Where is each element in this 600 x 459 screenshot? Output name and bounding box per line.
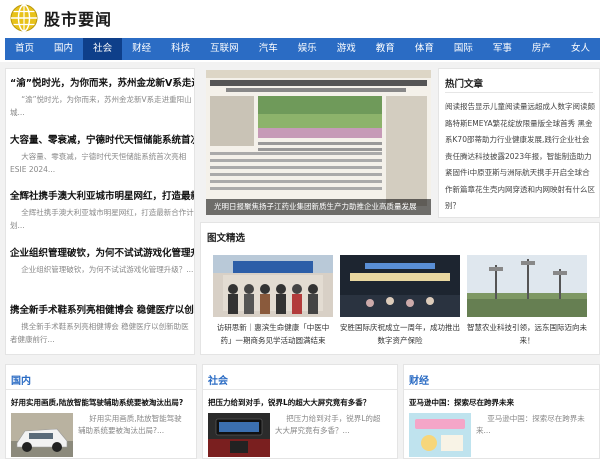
news-summary: 把压力给到对手，锐界L的超大大屏究竟有多香？... bbox=[275, 414, 381, 435]
news-summary: 全辉社携手澳大利亚城市明星网红，打造最新合作计划... bbox=[10, 208, 194, 230]
gallery-caption[interactable]: 智慧农业科技引领，远东国际迈向未来！ bbox=[467, 321, 587, 347]
top-news-panel: “渝”悦时光，为你而来，苏州金龙新V系走进重 “渝”悦时光，为你而来，苏州金龙新… bbox=[5, 68, 195, 355]
divider bbox=[404, 389, 599, 390]
section-domestic: 国内 好用实用画质,陆放智能驾驶辅助系统要被淘汰出局? 好用实用画质,陆放智能驾… bbox=[5, 364, 197, 459]
news-thumbnail[interactable] bbox=[11, 413, 73, 457]
news-title[interactable]: 大容量、零衰减，宁德时代天恒储能系统首次亮 bbox=[10, 132, 194, 146]
divider bbox=[203, 389, 397, 390]
nav-item-education[interactable]: 教育 bbox=[366, 38, 405, 60]
nav-item-women[interactable]: 女人 bbox=[561, 38, 600, 60]
news-title[interactable]: 全辉社携手澳大利亚城市明星网红，打造最新合 bbox=[10, 188, 194, 202]
nav-item-games[interactable]: 游戏 bbox=[327, 38, 366, 60]
nav-item-sports[interactable]: 体育 bbox=[405, 38, 444, 60]
divider bbox=[445, 92, 593, 93]
news-summary: 好用实用画质,陆放智能驾驶辅助系统要被淘汰出局?... bbox=[78, 414, 182, 435]
hot-articles-panel: 热门文章 阅读报告显示儿童阅读量远超成人数字阅读颇路特斯EMEYA繁花绽放限量版… bbox=[438, 68, 600, 218]
news-summary: 携全新手术鞋系列亮相健博会 稳健医疗以创新助医者健康前行... bbox=[10, 322, 189, 344]
news-summary: 亚马逊中国：探索尽在跨界未来... bbox=[476, 414, 585, 435]
news-title[interactable]: 把压力给到对手，锐界L的超大大屏究竟有多香？ bbox=[208, 397, 388, 408]
news-summary: “渝”悦时光，为你而来，苏州金龙新V系走进重阳山城... bbox=[10, 95, 192, 117]
news-title[interactable]: 好用实用画质,陆放智能驾驶辅助系统要被淘汰出局? bbox=[11, 397, 191, 408]
news-summary: 大容量、零衰减，宁德时代天恒储能系统首次亮相ESIE 2024... bbox=[10, 152, 187, 174]
list-item: “渝”悦时光，为你而来，苏州金龙新V系走进重 “渝”悦时光，为你而来，苏州金龙新… bbox=[10, 75, 194, 119]
main-nav: 首页 国内 社会 财经 科技 互联网 汽车 娱乐 游戏 教育 体育 国际 军事 … bbox=[0, 36, 600, 62]
list-item: 携全新手术鞋系列亮相健博会 稳健医疗以创新康 携全新手术鞋系列亮相健博会 稳健医… bbox=[10, 302, 194, 346]
nav-bar: 首页 国内 社会 财经 科技 互联网 汽车 娱乐 游戏 教育 体育 国际 军事 … bbox=[5, 38, 600, 60]
gallery-item[interactable]: 访研思新｜惠滨生命健康「中医中药」一期商务见学活动圆满结束 bbox=[213, 255, 333, 347]
gallery-item[interactable]: 安胜国际庆祝成立一周年，成功推出数字资产保险 bbox=[340, 255, 460, 347]
news-title[interactable]: 企业组织管理破钦，为何不试试游戏化管理升级 bbox=[10, 245, 194, 259]
nav-item-tech[interactable]: 科技 bbox=[161, 38, 200, 60]
gallery-image[interactable] bbox=[213, 255, 333, 317]
nav-item-international[interactable]: 国际 bbox=[444, 38, 483, 60]
list-item: 企业组织管理破钦，为何不试试游戏化管理升级 企业组织管理破钦，为何不试试游戏化管… bbox=[10, 245, 194, 277]
site-title[interactable]: 股市要闻 bbox=[44, 6, 112, 30]
gallery-caption[interactable]: 访研思新｜惠滨生命健康「中医中药」一期商务见学活动圆满结束 bbox=[213, 321, 333, 347]
list-item: 大容量、零衰减，宁德时代天恒储能系统首次亮 大容量、零衰减，宁德时代天恒储能系统… bbox=[10, 132, 194, 176]
gallery-item[interactable]: 智慧农业科技引领，远东国际迈向未来！ bbox=[467, 255, 587, 347]
divider bbox=[6, 389, 196, 390]
hot-articles-list[interactable]: 阅读报告显示儿童阅读量远超成人数字阅读颇路特斯EMEYA繁花绽放限量版全球首秀 … bbox=[445, 99, 595, 215]
page: 股市要闻 首页 国内 社会 财经 科技 互联网 汽车 娱乐 游戏 教育 体育 国… bbox=[0, 0, 600, 459]
nav-item-internet[interactable]: 互联网 bbox=[200, 38, 249, 60]
nav-item-military[interactable]: 军事 bbox=[483, 38, 522, 60]
gallery-caption[interactable]: 安胜国际庆祝成立一周年，成功推出数字资产保险 bbox=[340, 321, 460, 347]
nav-item-finance[interactable]: 财经 bbox=[122, 38, 161, 60]
site-header: 股市要闻 bbox=[0, 0, 600, 36]
section-finance: 财经 亚马逊中国：探索尽在跨界未来 亚马逊中国：探索尽在跨界未来... bbox=[403, 364, 600, 459]
section-title[interactable]: 财经 bbox=[409, 372, 429, 387]
newspaper-image bbox=[206, 70, 431, 215]
news-title[interactable]: 携全新手术鞋系列亮相健博会 稳健医疗以创新康 bbox=[10, 302, 194, 316]
nav-item-domestic[interactable]: 国内 bbox=[44, 38, 83, 60]
gallery-image[interactable] bbox=[340, 255, 460, 317]
nav-item-realestate[interactable]: 房产 bbox=[522, 38, 561, 60]
gallery-image[interactable] bbox=[467, 255, 587, 317]
nav-item-home[interactable]: 首页 bbox=[5, 38, 44, 60]
gallery-title: 图文精选 bbox=[207, 233, 246, 244]
photo-caption[interactable]: 光明日报聚焦扬子江药业集团新质生产力助推企业高质量发展 bbox=[206, 199, 431, 215]
news-thumbnail[interactable] bbox=[409, 413, 471, 457]
nav-item-society[interactable]: 社会 bbox=[83, 38, 123, 60]
featured-photo[interactable]: 光明日报聚焦扬子江药业集团新质生产力助推企业高质量发展 bbox=[206, 70, 431, 215]
hot-articles-title: 热门文章 bbox=[445, 79, 484, 90]
nav-item-auto[interactable]: 汽车 bbox=[249, 38, 288, 60]
news-thumbnail[interactable] bbox=[208, 413, 270, 457]
news-title[interactable]: “渝”悦时光，为你而来，苏州金龙新V系走进重 bbox=[10, 75, 194, 89]
section-society: 社会 把压力给到对手，锐界L的超大大屏究竟有多香？ 把压力给到对手，锐界L的超大… bbox=[202, 364, 398, 459]
section-title[interactable]: 国内 bbox=[11, 372, 31, 387]
news-summary: 企业组织管理破钦，为何不试试游戏化管理升级？... bbox=[21, 265, 194, 274]
globe-icon[interactable] bbox=[10, 4, 38, 32]
section-title[interactable]: 社会 bbox=[208, 372, 228, 387]
list-item: 全辉社携手澳大利亚城市明星网红，打造最新合 全辉社携手澳大利亚城市明星网红，打造… bbox=[10, 188, 194, 232]
news-title[interactable]: 亚马逊中国：探索尽在跨界未来 bbox=[409, 397, 589, 408]
nav-item-entertainment[interactable]: 娱乐 bbox=[288, 38, 327, 60]
